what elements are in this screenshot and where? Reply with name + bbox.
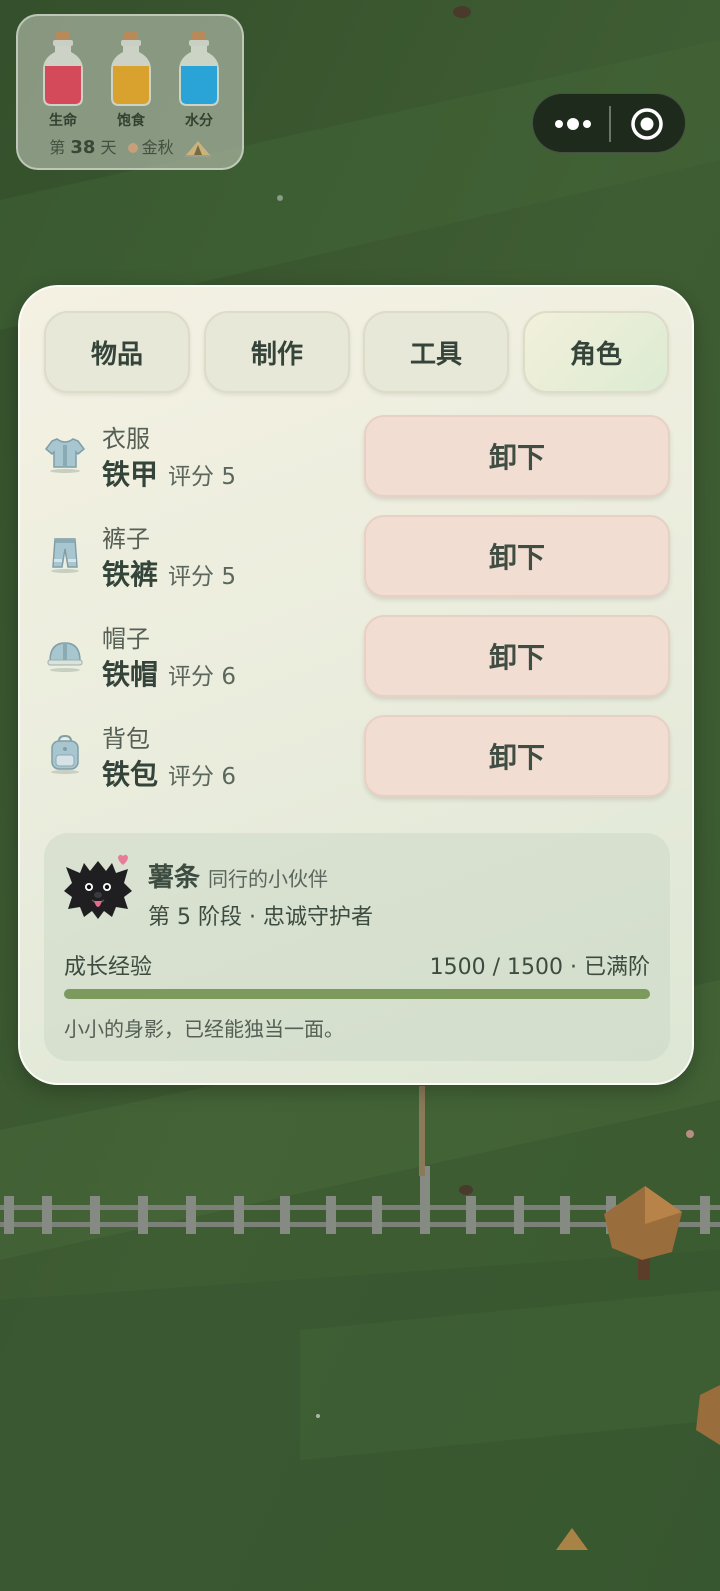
unequip-button[interactable]: 卸下 <box>364 515 670 597</box>
tab-character[interactable]: 角色 <box>523 311 669 393</box>
miniprogram-capsule <box>532 93 686 153</box>
season-label: 金秋 <box>141 138 174 157</box>
pet-description: 小小的身影，已经能独当一面。 <box>64 1017 344 1041</box>
slot-label: 帽子 <box>102 625 150 653</box>
item-score: 评分 6 <box>168 664 236 690</box>
xp-value: 1500 / 1500 · 已满阶 <box>429 955 650 980</box>
water-label: 水分 <box>185 113 213 129</box>
item-name: 铁裤 <box>102 558 159 591</box>
xp-progress-fill <box>64 989 650 999</box>
day-season-bar: 第 38 天 金秋 <box>18 134 242 158</box>
season-dot-icon <box>127 142 138 153</box>
tent-icon[interactable] <box>184 140 211 158</box>
helmet-icon <box>47 642 83 672</box>
water-bottle-icon <box>179 32 219 106</box>
pet-stage: 第 5 阶段 · 忠诚守护者 <box>148 905 373 930</box>
unequip-button[interactable]: 卸下 <box>364 715 670 797</box>
slot-label: 裤子 <box>102 525 150 553</box>
item-info: 铁裤 评分 5 <box>102 553 236 593</box>
capsule-divider <box>609 106 611 142</box>
pet-title: 薯条 同行的小伙伴 <box>148 857 328 894</box>
pet-name: 薯条 <box>148 863 201 893</box>
backpack-icon <box>51 734 79 774</box>
survival-status-panel: 生命 饱食 水分 第 38 天 金秋 <box>16 14 244 170</box>
unequip-button[interactable]: 卸下 <box>364 615 670 697</box>
item-score: 评分 5 <box>168 564 236 590</box>
item-score: 评分 5 <box>168 464 236 490</box>
equipment-row-hat: 帽子 铁帽 评分 6 卸下 <box>44 615 672 701</box>
xp-label: 成长经验 <box>64 955 153 980</box>
more-dots-icon[interactable] <box>553 114 593 134</box>
day-suffix: 天 <box>100 138 117 157</box>
hunger-label: 饱食 <box>117 113 145 129</box>
health-meter: 生命 <box>38 30 88 130</box>
equipment-row-clothes: 衣服 铁甲 评分 5 卸下 <box>44 415 672 501</box>
equipment-row-backpack: 背包 铁包 评分 6 卸下 <box>44 715 672 801</box>
item-info: 铁甲 评分 5 <box>102 453 236 493</box>
hunger-bottle-icon <box>111 32 151 106</box>
target-circle-icon[interactable] <box>629 106 665 142</box>
pet-companion-card: 薯条 同行的小伙伴 第 5 阶段 · 忠诚守护者 成长经验 1500 / 1500… <box>44 833 670 1061</box>
item-name: 铁包 <box>102 758 159 791</box>
tab-tools[interactable]: 工具 <box>363 311 509 393</box>
shirt-icon <box>44 438 86 473</box>
item-info: 铁帽 评分 6 <box>102 653 236 693</box>
xp-progress-bar <box>64 989 650 999</box>
day-prefix: 第 <box>49 138 66 157</box>
item-score: 评分 6 <box>168 764 236 790</box>
equipment-row-pants: 裤子 铁裤 评分 5 卸下 <box>44 515 672 601</box>
slot-label: 背包 <box>102 725 150 753</box>
water-meter: 水分 <box>174 30 224 130</box>
item-name: 铁帽 <box>102 658 159 691</box>
slot-label: 衣服 <box>102 425 150 453</box>
black-dog-avatar-icon <box>64 854 132 919</box>
tab-crafting[interactable]: 制作 <box>204 311 350 393</box>
health-bottle-icon <box>43 32 83 106</box>
day-number: 38 <box>70 137 96 158</box>
tab-items[interactable]: 物品 <box>44 311 190 393</box>
health-label: 生命 <box>49 113 77 129</box>
item-name: 铁甲 <box>102 458 159 491</box>
pet-role: 同行的小伙伴 <box>208 867 329 891</box>
unequip-button[interactable]: 卸下 <box>364 415 670 497</box>
item-info: 铁包 评分 6 <box>102 753 236 793</box>
hunger-meter: 饱食 <box>106 30 156 130</box>
character-panel: 物品 制作 工具 角色 衣服 铁甲评分 5 卸下 裤子 铁裤评分 5 卸下 <box>18 285 694 1085</box>
pants-icon <box>51 538 79 573</box>
